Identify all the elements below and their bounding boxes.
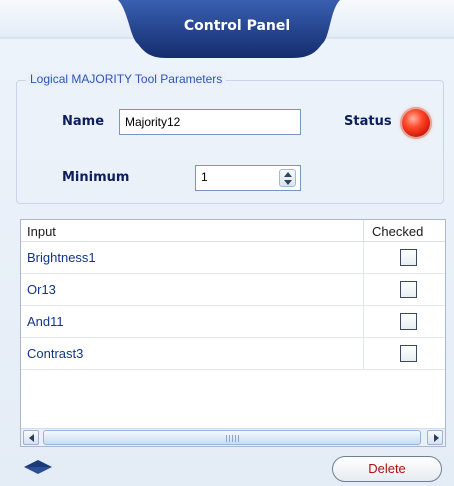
delete-button[interactable]: Delete: [332, 456, 442, 482]
status-indicator-icon: [402, 109, 430, 137]
chevron-right-icon: [434, 434, 439, 442]
collapse-arrow-icon-lower[interactable]: [24, 467, 52, 474]
scroll-right-button[interactable]: [427, 430, 443, 445]
list-item-label: And11: [27, 314, 64, 329]
checked-cell: [363, 338, 445, 369]
control-panel: Control Panel Logical MAJORITY Tool Para…: [0, 0, 454, 486]
scroll-left-button[interactable]: [23, 430, 39, 445]
checked-cell: [363, 274, 445, 305]
stepper-buttons[interactable]: [279, 169, 296, 187]
list-item-label: Brightness1: [27, 250, 96, 265]
minimum-label: Minimum: [62, 170, 130, 185]
list-header: Input Checked: [21, 220, 445, 242]
minimum-stepper[interactable]: 1: [195, 165, 301, 191]
list-item[interactable]: And11: [21, 306, 445, 338]
checked-checkbox[interactable]: [400, 281, 417, 298]
list-item-label: Or13: [27, 282, 56, 297]
list-item[interactable]: Brightness1: [21, 242, 445, 274]
checked-checkbox[interactable]: [400, 313, 417, 330]
inputs-list: Input Checked Brightness1 Or13 And11 Con…: [20, 219, 446, 447]
status-label: Status: [344, 114, 392, 129]
parameters-group-title: Logical MAJORITY Tool Parameters: [26, 72, 227, 86]
minimum-value: 1: [201, 170, 208, 184]
checked-cell: [363, 306, 445, 337]
panel-title: Control Panel: [183, 18, 291, 34]
checked-cell: [363, 242, 445, 273]
checked-checkbox[interactable]: [400, 249, 417, 266]
column-header-checked[interactable]: Checked: [363, 220, 445, 242]
name-label: Name: [62, 114, 105, 129]
scrollbar-thumb[interactable]: [43, 430, 421, 445]
grip-icon: [226, 435, 240, 442]
chevron-down-icon[interactable]: [284, 180, 292, 185]
horizontal-scrollbar[interactable]: [21, 428, 445, 446]
collapse-arrow-icon[interactable]: [24, 460, 52, 467]
checked-checkbox[interactable]: [400, 345, 417, 362]
list-item-label: Contrast3: [27, 346, 84, 361]
chevron-left-icon: [29, 434, 34, 442]
name-input[interactable]: [119, 109, 301, 135]
list-item[interactable]: Or13: [21, 274, 445, 306]
column-header-input[interactable]: Input: [27, 224, 56, 239]
list-item[interactable]: Contrast3: [21, 338, 445, 370]
chevron-up-icon[interactable]: [284, 172, 292, 177]
